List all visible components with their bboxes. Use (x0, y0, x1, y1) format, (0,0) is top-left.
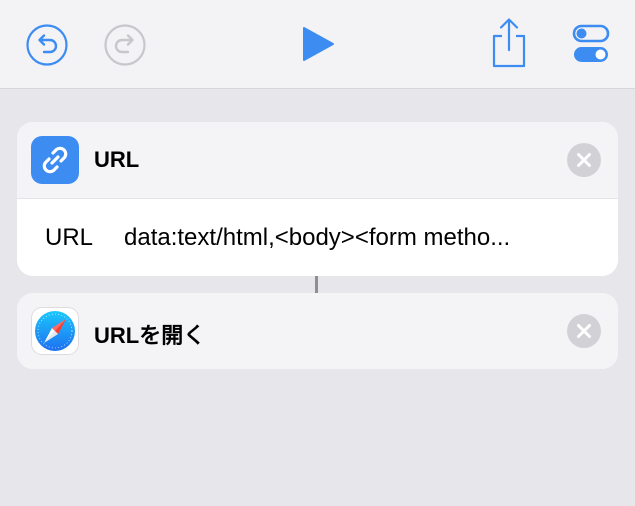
action-connector (315, 276, 318, 293)
safari-compass-icon (31, 307, 79, 355)
editor-toolbar (0, 0, 635, 89)
open-url-action-header[interactable]: URLを開く (17, 293, 618, 369)
open-url-action-card: URLを開く (17, 293, 618, 369)
settings-toggles-icon[interactable] (570, 22, 612, 66)
redo-icon[interactable] (103, 23, 147, 67)
url-value-field[interactable]: data:text/html,<body><form metho... (124, 224, 594, 252)
remove-action-icon[interactable] (567, 314, 601, 348)
action-title: URLを開く (94, 323, 206, 348)
link-icon (31, 136, 79, 184)
play-icon[interactable] (296, 22, 338, 66)
param-label: URL (45, 224, 94, 251)
remove-action-icon[interactable] (567, 143, 601, 177)
action-title: URL (94, 147, 140, 172)
url-parameter-row[interactable]: URL data:text/html,<body><form metho... (17, 199, 618, 276)
share-icon[interactable] (488, 16, 530, 70)
undo-icon[interactable] (25, 23, 69, 67)
url-action-header[interactable]: URL (17, 122, 618, 199)
url-action-card: URL URL data:text/html,<body><form metho… (17, 122, 618, 276)
